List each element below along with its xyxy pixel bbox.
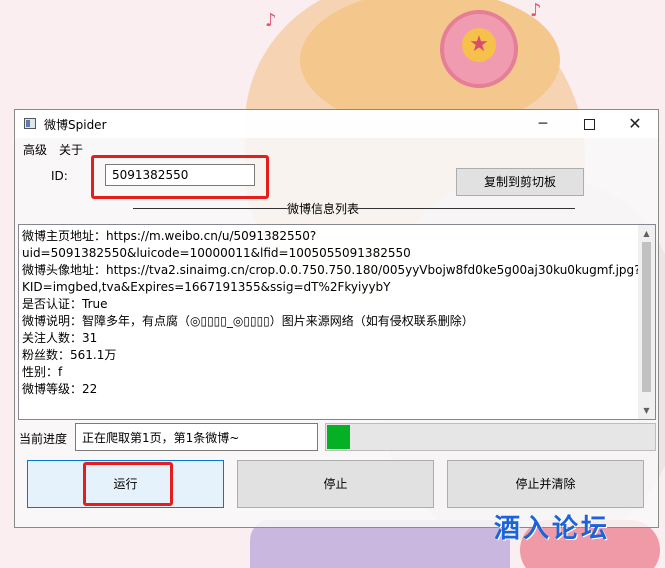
info-text: 微博主页地址：https://m.weibo.cn/u/5091382550? … xyxy=(22,228,641,398)
scroll-up-arrow-icon[interactable]: ▲ xyxy=(638,225,655,242)
stop-and-clear-button[interactable]: 停止并清除 xyxy=(447,460,644,508)
artwork-headphone: ★ xyxy=(440,10,518,88)
vertical-scrollbar[interactable]: ▲ ▼ xyxy=(638,225,655,419)
title-bar: 微博Spider ─ ✕ xyxy=(15,110,658,138)
copy-to-clipboard-button[interactable]: 复制到剪切板 xyxy=(456,168,584,196)
group-divider-left xyxy=(133,208,287,209)
info-line: 微博头像地址：https://tva2.sinaimg.cn/crop.0.0.… xyxy=(22,263,641,277)
app-icon xyxy=(24,118,36,129)
info-line: 性别：f xyxy=(22,365,63,379)
app-window: 微博Spider ─ ✕ 高级 关于 ID: 复制到剪切板 微博信息列表 微博主… xyxy=(14,109,659,528)
id-highlight-box xyxy=(91,155,269,199)
status-field: 正在爬取第1页，第1条微博~ xyxy=(75,423,318,451)
info-line: uid=5091382550&luicode=10000011&lfid=100… xyxy=(22,246,411,260)
menu-about[interactable]: 关于 xyxy=(59,141,83,158)
info-line: 微博主页地址：https://m.weibo.cn/u/5091382550? xyxy=(22,229,317,243)
run-highlight-box xyxy=(83,462,173,506)
stop-button[interactable]: 停止 xyxy=(237,460,434,508)
menu-advanced[interactable]: 高级 xyxy=(23,141,47,158)
music-note-icon: ♪ xyxy=(530,0,542,21)
progress-bar xyxy=(325,423,656,451)
star-icon: ★ xyxy=(462,28,496,62)
progress-label: 当前进度 xyxy=(19,432,68,446)
info-line: 关注人数：31 xyxy=(22,331,98,345)
progress-fill xyxy=(327,425,351,449)
info-line: KID=imgbed,tva&Expires=1667191355&ssig=d… xyxy=(22,280,391,294)
maximize-button[interactable] xyxy=(566,110,612,138)
info-line: 粉丝数：561.1万 xyxy=(22,348,117,362)
info-line: 是否认证：True xyxy=(22,297,108,311)
maximize-icon xyxy=(583,118,595,130)
close-button[interactable]: ✕ xyxy=(612,110,658,138)
info-line: 微博等级：22 xyxy=(22,382,98,396)
music-note-icon: ♪ xyxy=(265,10,277,31)
scroll-down-arrow-icon[interactable]: ▼ xyxy=(638,402,655,419)
group-divider-right xyxy=(355,208,575,209)
minimize-button[interactable]: ─ xyxy=(520,110,566,138)
group-title: 微博信息列表 xyxy=(287,202,360,216)
forum-watermark: 酒入论坛 xyxy=(494,514,611,544)
info-list-box[interactable]: 微博主页地址：https://m.weibo.cn/u/5091382550? … xyxy=(18,224,656,420)
info-line: 微博说明：智障多年，有点腐（◎▯▯▯▯_◎▯▯▯▯）图片来源网络（如有侵权联系删… xyxy=(22,314,474,328)
scrollbar-thumb[interactable] xyxy=(642,242,651,392)
id-label: ID: xyxy=(51,169,68,183)
window-title: 微博Spider xyxy=(44,118,107,132)
